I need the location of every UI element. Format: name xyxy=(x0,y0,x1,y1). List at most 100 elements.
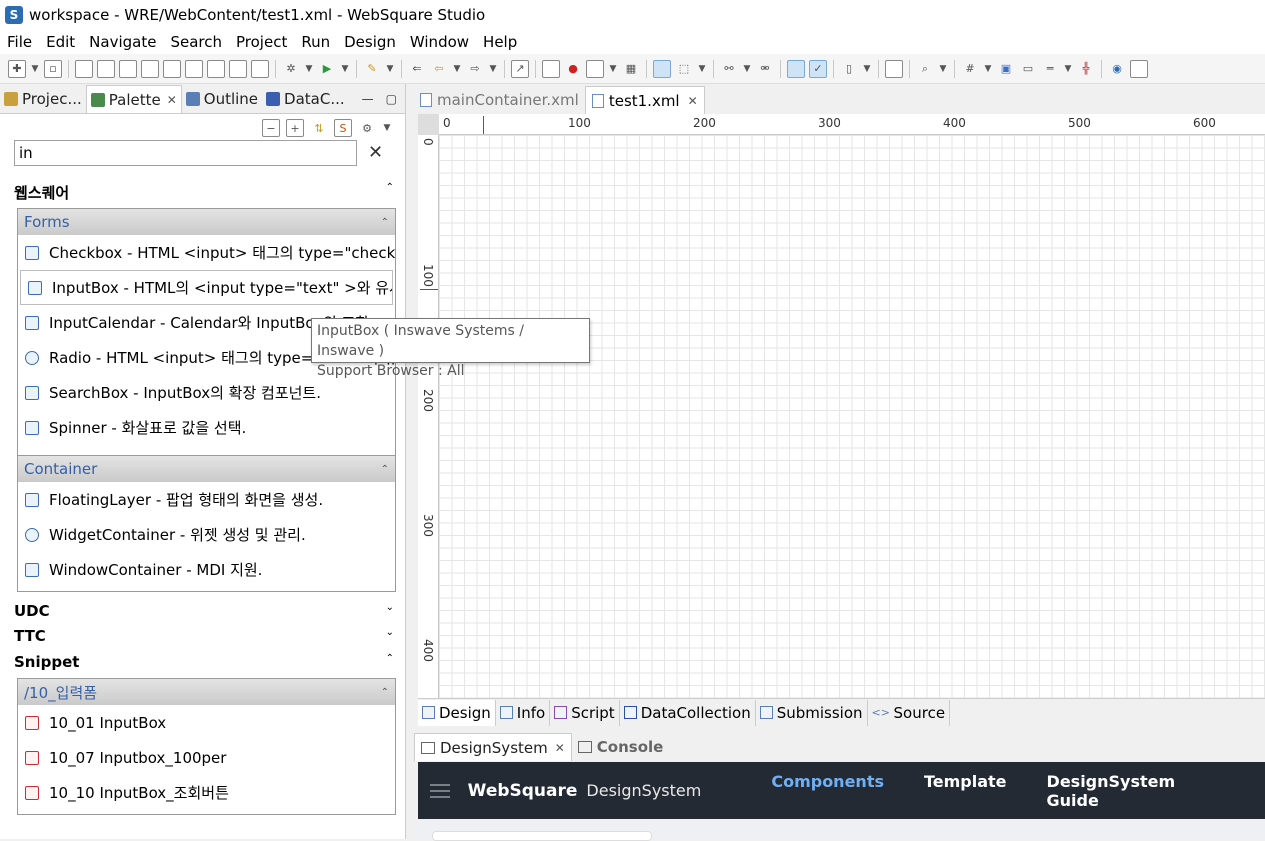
new-dropdown-icon[interactable]: ▼ xyxy=(30,60,40,78)
expand-all-icon[interactable]: + xyxy=(286,119,304,137)
chevron-down-icon[interactable]: ⌄ xyxy=(386,627,394,645)
tab-palette[interactable]: Palette ✕ xyxy=(85,85,182,113)
link-icon[interactable]: ⚯ xyxy=(720,60,738,78)
close-icon[interactable]: ✕ xyxy=(167,93,177,107)
comment-icon[interactable]: ▭ xyxy=(1019,60,1037,78)
ds-nav-components[interactable]: Components xyxy=(771,772,884,810)
menu-window[interactable]: Window xyxy=(403,33,476,51)
settings-panel-icon[interactable] xyxy=(1130,59,1148,78)
save-icon[interactable]: ▫ xyxy=(44,59,62,78)
link-dropdown-icon[interactable]: ▼ xyxy=(742,60,752,78)
table-icon[interactable]: ╬ xyxy=(1077,60,1095,78)
palette-item-inputbox[interactable]: InputBox - HTML의 <input type="text" >와 유… xyxy=(20,270,393,305)
new-icon[interactable]: ✚ xyxy=(8,59,26,78)
tab-info[interactable]: Info xyxy=(496,699,551,726)
palette-item-windowcontainer[interactable]: WindowContainer - MDI 지원. xyxy=(18,552,395,587)
preview-icon[interactable] xyxy=(542,59,560,78)
ds-brand[interactable]: WebSquare xyxy=(468,781,578,801)
snippet-item[interactable]: 10_10 InputBox_조회버튼 xyxy=(18,775,395,810)
wand-dropdown-icon[interactable]: ▼ xyxy=(385,60,395,78)
tab-design[interactable]: Design xyxy=(418,699,496,726)
tab-source[interactable]: <> Source xyxy=(868,699,951,726)
menu-search[interactable]: Search xyxy=(163,33,229,51)
hamburger-menu-icon[interactable] xyxy=(430,780,450,802)
menu-run[interactable]: Run xyxy=(294,33,337,51)
tab-console[interactable]: Console xyxy=(572,733,670,761)
zoom-dropdown-icon[interactable]: ▼ xyxy=(938,60,948,78)
marquee-icon[interactable]: ⬚ xyxy=(675,60,693,78)
drawer-ttc[interactable]: TTC ⌄ xyxy=(14,627,398,645)
close-icon[interactable]: ✕ xyxy=(688,94,698,108)
grid-icon[interactable]: # xyxy=(961,60,979,78)
gear-icon[interactable]: ⚙ xyxy=(358,119,376,137)
chevron-up-icon[interactable]: ⌃ xyxy=(386,653,394,671)
ruler-icon[interactable]: ═ xyxy=(1041,60,1059,78)
group-header-container[interactable]: Container ⌃ xyxy=(18,456,395,482)
export-icon[interactable]: ↗ xyxy=(511,59,529,78)
menu-file[interactable]: File xyxy=(0,33,39,51)
marquee-dropdown-icon[interactable]: ▼ xyxy=(697,60,707,78)
close-icon[interactable]: ✕ xyxy=(555,741,565,755)
menu-help[interactable]: Help xyxy=(476,33,524,51)
tab-datacollection[interactable]: DataC... xyxy=(262,85,349,113)
debug-icon[interactable]: ✲ xyxy=(282,60,300,78)
globe-icon[interactable]: ◉ xyxy=(1108,60,1126,78)
layout-9-icon[interactable] xyxy=(251,59,269,78)
layout-3-icon[interactable] xyxy=(119,59,137,78)
tab-outline[interactable]: Outline xyxy=(182,85,262,113)
tab-maincontainer-xml[interactable]: mainContainer.xml xyxy=(414,86,585,114)
chevron-down-icon[interactable]: ⌄ xyxy=(386,602,394,620)
tab-submission[interactable]: Submission xyxy=(756,699,868,726)
back-dropdown-icon[interactable]: ▼ xyxy=(452,60,462,78)
forward-icon[interactable]: ⇨ xyxy=(466,60,484,78)
palette-item-checkbox[interactable]: Checkbox - HTML <input> 태그의 type="checkb… xyxy=(18,235,395,270)
ruler-dropdown-icon[interactable]: ▼ xyxy=(1063,60,1073,78)
sync-icon[interactable]: ⇅ xyxy=(310,119,328,137)
unlink-icon[interactable]: ⚮ xyxy=(756,60,774,78)
canvas-grid[interactable] xyxy=(439,135,1265,698)
menu-project[interactable]: Project xyxy=(229,33,294,51)
palette-item-widgetcontainer[interactable]: WidgetContainer - 위젯 생성 및 관리. xyxy=(18,517,395,552)
layout-4-icon[interactable] xyxy=(141,59,159,78)
collapse-all-icon[interactable]: − xyxy=(262,119,280,137)
design-canvas[interactable]: 0 100 200 300 400 500 600 0 100 200 300 … xyxy=(418,114,1265,698)
clear-search-icon[interactable]: ✕ xyxy=(368,142,383,163)
chevron-up-icon[interactable]: ⌃ xyxy=(381,464,389,475)
debug-dropdown-icon[interactable]: ▼ xyxy=(304,60,314,78)
tab-script[interactable]: Script xyxy=(550,699,620,726)
layout-5-icon[interactable] xyxy=(163,59,181,78)
palette-item-floatinglayer[interactable]: FloatingLayer - 팝업 형태의 화면을 생성. xyxy=(18,482,395,517)
group-header-snippet[interactable]: /10_입력폼 ⌃ xyxy=(18,679,395,705)
layout-7-icon[interactable] xyxy=(207,59,225,78)
check-list-icon[interactable]: ✓ xyxy=(809,59,827,78)
run-dropdown-icon[interactable]: ▼ xyxy=(340,60,350,78)
menu-edit[interactable]: Edit xyxy=(39,33,82,51)
device-icon[interactable]: ▯ xyxy=(840,60,858,78)
run-icon[interactable]: ▶ xyxy=(318,60,336,78)
snippet-item[interactable]: 10_07 Inputbox_100per xyxy=(18,740,395,775)
wand-icon[interactable]: ✎ xyxy=(363,60,381,78)
tab-project[interactable]: Projec... xyxy=(0,85,86,113)
menu-design[interactable]: Design xyxy=(337,33,403,51)
drawer-snippet[interactable]: Snippet ⌃ xyxy=(14,653,398,671)
snap-icon[interactable] xyxy=(787,59,805,78)
minimize-icon[interactable]: — xyxy=(362,92,374,106)
menu-navigate[interactable]: Navigate xyxy=(82,33,163,51)
layout-6-icon[interactable] xyxy=(185,59,203,78)
zoom-icon[interactable]: ⌕ xyxy=(916,60,934,78)
qr-icon[interactable]: ▦ xyxy=(622,60,640,78)
chevron-up-icon[interactable]: ⌃ xyxy=(381,687,389,698)
device-dropdown-icon[interactable]: ▼ xyxy=(862,60,872,78)
ds-nav-guide[interactable]: DesignSystem Guide xyxy=(1047,772,1225,810)
palette-search-input[interactable]: in xyxy=(14,140,357,166)
chevron-up-icon[interactable]: ⌃ xyxy=(386,182,394,203)
layout-2-icon[interactable] xyxy=(97,59,115,78)
back-icon[interactable]: ⇦ xyxy=(430,60,448,78)
snippet-item[interactable]: 10_01 InputBox xyxy=(18,705,395,740)
browser-icon[interactable] xyxy=(586,59,604,78)
group-header-forms[interactable]: Forms ⌃ xyxy=(18,209,395,235)
tab-test1-xml[interactable]: test1.xml ✕ xyxy=(584,86,705,114)
layout-1-icon[interactable] xyxy=(75,59,93,78)
ds-nav-template[interactable]: Template xyxy=(924,772,1007,810)
back-step-icon[interactable]: ⇐ xyxy=(408,60,426,78)
